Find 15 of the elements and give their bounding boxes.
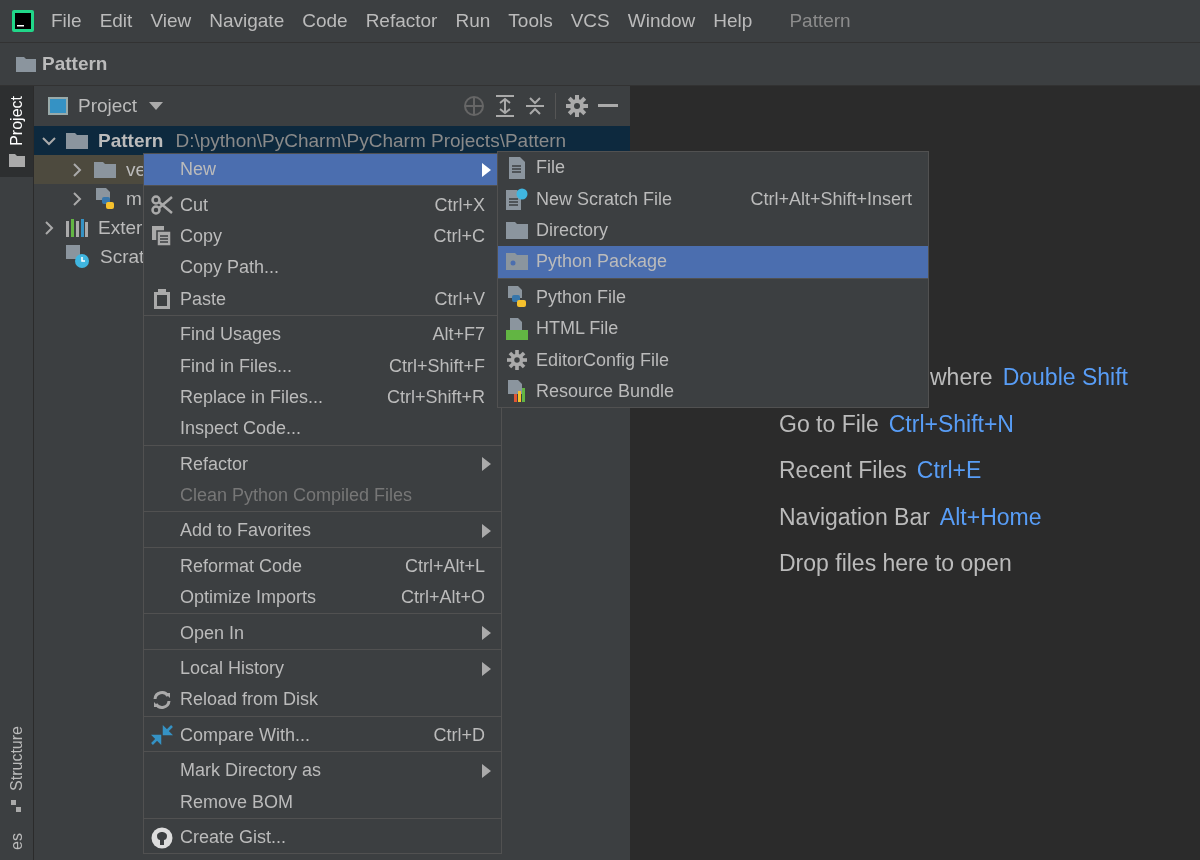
window-title: Pattern (789, 10, 851, 32)
hint-shortcut: Ctrl+E (916, 457, 982, 484)
tree-label: Exter (98, 216, 143, 239)
hint-label: where (930, 364, 993, 391)
tree-label: Scrat (100, 245, 145, 268)
hint-shortcut: Ctrl+Shift+N (888, 410, 1014, 438)
hint-shortcut: Double Shift (1002, 364, 1128, 391)
tree-label: Pattern (98, 129, 164, 152)
hint-label: Recent Files (779, 457, 907, 484)
hint-label: Drop files here to open (779, 550, 1012, 577)
tree-label: m (126, 187, 142, 210)
hint-label: Go to File (779, 410, 879, 438)
hint-shortcut: Alt+Home (939, 503, 1042, 531)
folder-path: D:\python\PyCharm\PyCharm Projects\Pattern (175, 129, 567, 152)
hint-label: Navigation Bar (779, 503, 930, 531)
